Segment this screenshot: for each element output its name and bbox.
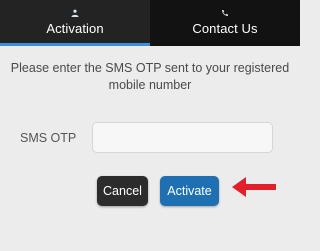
person-icon bbox=[71, 9, 79, 17]
tab-bar: Activation Contact Us bbox=[0, 0, 300, 46]
activation-screen: Activation Contact Us Please enter the S… bbox=[0, 0, 300, 251]
tab-activation[interactable]: Activation bbox=[0, 0, 150, 46]
tab-activation-label: Activation bbox=[46, 21, 104, 36]
sms-otp-label: SMS OTP bbox=[20, 131, 77, 145]
tab-contact-us[interactable]: Contact Us bbox=[150, 0, 300, 46]
activate-button[interactable]: Activate bbox=[160, 176, 219, 206]
phone-icon bbox=[222, 10, 228, 16]
otp-instruction-text: Please enter the SMS OTP sent to your re… bbox=[10, 61, 290, 92]
tab-contact-us-label: Contact Us bbox=[192, 21, 258, 36]
cancel-button[interactable]: Cancel bbox=[97, 176, 148, 206]
sms-otp-input[interactable] bbox=[92, 122, 273, 153]
red-arrow-icon bbox=[232, 177, 276, 197]
